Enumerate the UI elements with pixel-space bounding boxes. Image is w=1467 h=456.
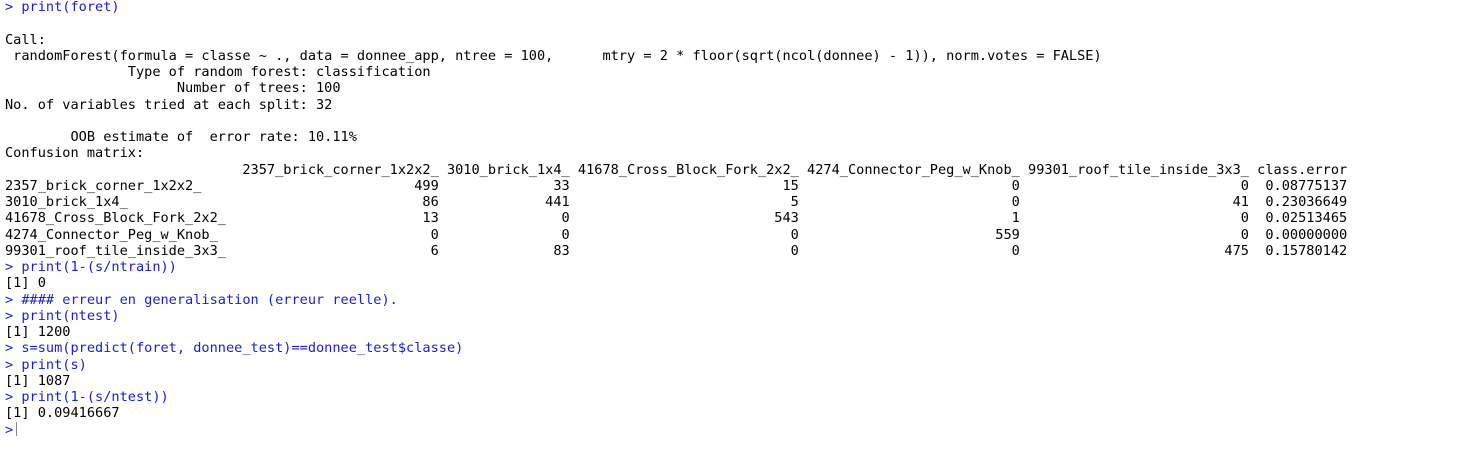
- console-command-line: > s=sum(predict(foret, donnee_test)==don…: [5, 340, 464, 357]
- console-output-line: No. of variables tried at each split: 32: [5, 96, 333, 113]
- console-output-line: [1] 1200: [5, 324, 71, 340]
- console-output-line: Confusion matrix:: [5, 145, 145, 162]
- r-console[interactable]: > print(foret) Call: randomForest(formul…: [0, 0, 1467, 456]
- confusion-matrix-row: 99301_roof_tile_inside_3x3_ 6 83 0 0 475…: [5, 242, 1348, 259]
- confusion-matrix-row: 2357_brick_corner_1x2x2_ 499 33 15 0 0 0…: [5, 177, 1348, 194]
- console-prompt: >: [5, 421, 14, 438]
- confusion-matrix-header: 2357_brick_corner_1x2x2_ 3010_brick_1x4_…: [5, 161, 1348, 178]
- confusion-matrix-row: 41678_Cross_Block_Fork_2x2_ 13 0 543 1 0…: [5, 210, 1348, 227]
- console-output-line: OOB estimate of error rate: 10.11%: [5, 129, 357, 145]
- console-command-line: > #### erreur en generalisation (erreur …: [5, 291, 398, 308]
- console-output-line: [1] 1087: [5, 372, 71, 389]
- console-output-line: Number of trees: 100: [5, 80, 341, 97]
- console-output-line: Type of random forest: classification: [5, 64, 431, 80]
- console-command-line: > print(ntest): [5, 307, 120, 324]
- console-input-line[interactable]: >: [0, 421, 1467, 439]
- console-output-line: Call:: [5, 31, 46, 48]
- confusion-matrix-row: 3010_brick_1x4_ 86 441 5 0 41 0.23036649: [5, 194, 1348, 210]
- console-command-line: > print(s): [5, 356, 87, 373]
- console-command-line: > print(1-(s/ntrain)): [5, 259, 177, 275]
- console-command-line: > print(1-(s/ntest)): [5, 389, 169, 405]
- console-output-line: [1] 0: [5, 275, 46, 292]
- console-command-line: > print(foret): [5, 0, 120, 15]
- confusion-matrix-row: 4274_Connector_Peg_w_Knob_ 0 0 0 559 0 0…: [5, 226, 1348, 243]
- console-output-line: [1] 0.09416667: [5, 405, 120, 422]
- text-cursor: [16, 421, 18, 436]
- console-output-line: randomForest(formula = classe ~ ., data …: [5, 47, 1102, 64]
